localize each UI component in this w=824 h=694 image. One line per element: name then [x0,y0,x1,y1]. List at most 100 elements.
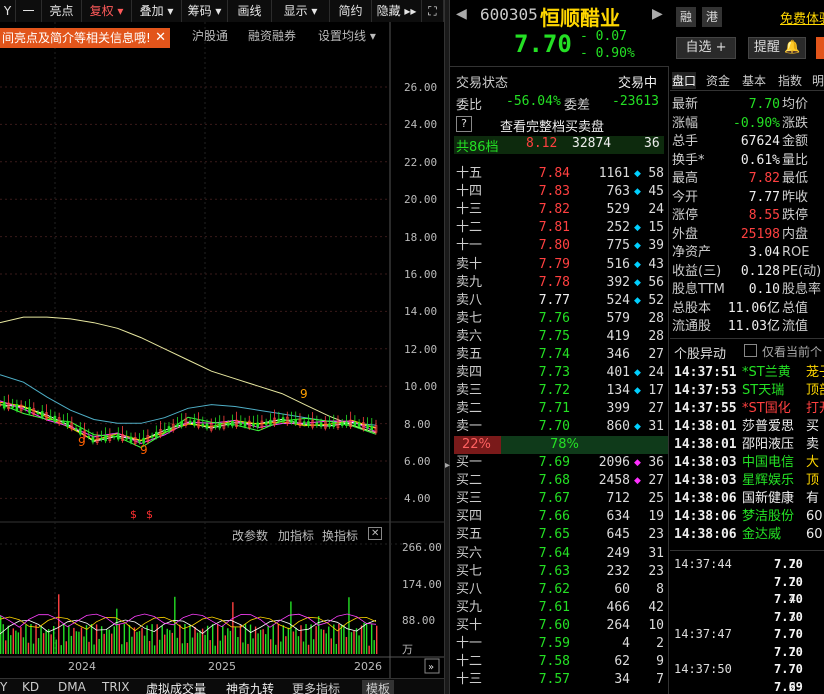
margin-trading-badge[interactable]: 融 [676,7,696,27]
adjust-button[interactable]: 复权 ▾ [82,0,132,22]
quote-tab[interactable]: 指数 [778,72,802,89]
buy-level-row[interactable]: 买二 7.68 2458 ◆ 27 [454,472,664,490]
add-indicator-button[interactable]: 加指标 [278,527,314,544]
add-watchlist-button[interactable]: 自选 + [676,37,736,59]
prev-stock-icon[interactable]: ◀ [456,6,467,22]
free-trial-link[interactable]: 免费体验 [780,8,824,27]
event-row[interactable]: 14:38:06 国新健康有 [670,490,824,508]
sell-level-row[interactable]: 十二 7.81 252 ◆ 15 [454,219,664,237]
kline-chart[interactable]: 9 9 9 $ $ » [0,22,444,678]
chips-button[interactable]: 筹码 ▾ [182,0,228,22]
quote-tab[interactable]: 基本 [742,72,766,89]
display-button[interactable]: 显示 ▾ [272,0,330,22]
buy-level-row[interactable]: 十一 7.59 4 2 [454,635,664,653]
buy-level-row[interactable]: 买三 7.67 712 25 [454,490,664,508]
highlights-button[interactable]: 亮点 [42,0,82,22]
buy-level-row[interactable]: 买五 7.65 645 23 [454,526,664,544]
alert-button[interactable]: 提醒 🔔 [748,37,806,59]
volume-bar [95,624,98,654]
sell-level-row[interactable]: 卖七 7.76 579 28 [454,310,664,328]
event-row[interactable]: 14:38:06 梦洁股份 60 [670,508,824,526]
margin-tab[interactable]: 融资融券 [248,27,296,44]
sell-level-row[interactable]: 卖八 7.77 524 ◆ 52 [454,292,664,310]
volume-bar [22,637,25,654]
buy-level-row[interactable]: 买六 7.64 249 31 [454,545,664,563]
buy-level-row[interactable]: 买四 7.66 634 19 [454,508,664,526]
line-tab[interactable]: 一 [16,0,42,22]
event-row[interactable]: 14:38:01 莎普爱思买 [670,418,824,436]
hide-button[interactable]: 隐藏 ▸▸ [372,0,422,22]
level-price: 7.65 [538,527,570,543]
level-price: 7.66 [538,509,570,525]
quote-tab[interactable]: 明 [812,72,824,89]
tab-more-indicators[interactable]: 更多指标 [292,680,340,694]
sell-level-row[interactable]: 卖二 7.71 399 27 [454,400,664,418]
level-label: 买八 [456,581,483,597]
close-icon[interactable]: ✕ [155,28,166,48]
event-row[interactable]: 14:38:06 金达威 60 [670,526,824,544]
volume-bar [174,596,176,654]
tab-dma[interactable]: DMA [58,680,86,694]
sell-level-row[interactable]: 十五 7.84 1161 ◆ 58 [454,165,664,183]
tab-magic-nine[interactable]: 神奇九转 [226,680,274,694]
buy-level-row[interactable]: 买九 7.61 466 42 [454,599,664,617]
event-row[interactable]: 14:38:03 星辉娱乐顶 [670,472,824,490]
sell-level-row[interactable]: 卖九 7.78 392 ◆ 56 [454,274,664,292]
hk-connect-tab[interactable]: 沪股通 [192,27,228,44]
sell-level-row[interactable]: 卖三 7.72 134 ◆ 17 [454,382,664,400]
event-row[interactable]: 14:38:03 中国电信大 [670,454,824,472]
simple-button[interactable]: 简约 [330,0,372,22]
event-row[interactable]: 14:37:51 *ST兰黄茏子 [670,364,824,382]
price-change: - 0.07 [580,29,627,44]
overlay-button[interactable]: 叠加 ▾ [132,0,182,22]
trade-button[interactable] [816,37,824,59]
sell-level-row[interactable]: 卖四 7.73 401 ◆ 24 [454,364,664,382]
info-notice-banner[interactable]: 间亮点及简介等相关信息哦! ✕ [0,28,170,48]
tab-kd[interactable]: KD [22,680,39,694]
event-row[interactable]: 14:37:55 *ST国化打开 [670,400,824,418]
sell-level-row[interactable]: 十一 7.80 775 ◆ 39 [454,237,664,255]
draw-button[interactable]: 画线 [228,0,272,22]
next-stock-icon[interactable]: ▶ [652,6,663,22]
volume-tick-label: 174.00 [402,578,442,591]
quote-tab[interactable]: 盘口 [672,72,697,89]
buy-level-row[interactable]: 买一 7.69 2096 ◆ 36 [454,454,664,472]
y-tab[interactable]: Y [0,0,16,22]
event-row[interactable]: 14:37:53 ST天瑞 顶部 [670,382,824,400]
level-volume: 134 [606,383,630,399]
volume-bar [259,629,262,654]
full-orderbook-link[interactable]: 查看完整档买卖盘 [500,116,604,135]
sell-level-row[interactable]: 卖六 7.75 419 28 [454,328,664,346]
sell-level-row[interactable]: 十四 7.83 763 ◆ 45 [454,183,664,201]
edit-params-button[interactable]: 改参数 [232,527,268,544]
sell-level-row[interactable]: 卖一 7.70 860 ◆ 31 [454,418,664,436]
sell-level-row[interactable]: 十三 7.82 529 24 [454,201,664,219]
sell-level-row[interactable]: 卖十 7.79 516 ◆ 43 [454,256,664,274]
stat-label: 均价 [782,97,809,112]
sell-level-row[interactable]: 卖五 7.74 346 27 [454,346,664,364]
close-indicator-icon[interactable]: ✕ [368,527,383,540]
filter-checkbox[interactable] [744,344,757,357]
event-row[interactable]: 14:38:01 邵阳液压卖 [670,436,824,454]
tab-virtual-volume[interactable]: 虚拟成交量 [146,680,206,694]
help-icon[interactable]: ? [456,116,472,132]
tab-template[interactable]: 模板 [362,680,395,694]
ma-settings-dropdown[interactable]: 设置均线 ▾ [318,27,376,44]
buy-level-row[interactable]: 买七 7.63 232 23 [454,563,664,581]
volume-bar [285,636,287,654]
volume-bar [2,624,4,654]
buy-level-row[interactable]: 买八 7.62 60 8 [454,581,664,599]
tab-trix[interactable]: TRIX [102,680,129,694]
quote-tab[interactable]: 资金 [706,72,730,89]
buy-level-row[interactable]: 买十 7.60 264 10 [454,617,664,635]
buy-level-row[interactable]: 十三 7.57 34 7 [454,671,664,689]
hk-connect-badge[interactable]: 港 [702,7,722,27]
level-volume: 34 [614,672,630,688]
volume-bar [136,631,138,654]
buy-level-row[interactable]: 十二 7.58 62 9 [454,653,664,671]
stat-label: 昨收 [782,189,809,205]
switch-indicator-button[interactable]: 换指标 [322,527,358,544]
fullscreen-icon[interactable]: ⛶ [422,0,444,22]
event-type: 大 [806,455,820,470]
tab-y[interactable]: Y [0,680,7,694]
